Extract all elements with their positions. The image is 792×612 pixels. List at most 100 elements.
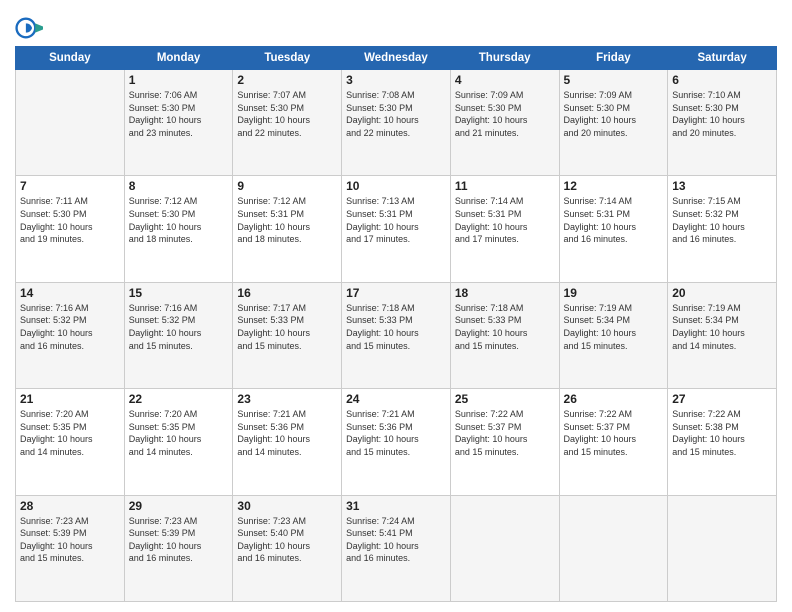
day-info: Sunrise: 7:14 AM Sunset: 5:31 PM Dayligh… (455, 195, 555, 245)
day-number: 29 (129, 499, 229, 513)
day-header-friday: Friday (559, 47, 668, 70)
calendar-cell: 30Sunrise: 7:23 AM Sunset: 5:40 PM Dayli… (233, 495, 342, 601)
day-info: Sunrise: 7:19 AM Sunset: 5:34 PM Dayligh… (672, 302, 772, 352)
calendar-cell (668, 495, 777, 601)
day-info: Sunrise: 7:18 AM Sunset: 5:33 PM Dayligh… (455, 302, 555, 352)
day-info: Sunrise: 7:16 AM Sunset: 5:32 PM Dayligh… (20, 302, 120, 352)
calendar-cell: 26 Sunrise: 7:22 AM Sunset: 5:37 PM Dayli… (559, 389, 668, 495)
header-row: SundayMondayTuesdayWednesdayThursdayFrid… (16, 47, 777, 70)
calendar-cell (559, 495, 668, 601)
calendar-cell: 5 Sunrise: 7:09 AM Sunset: 5:30 PM Daylig… (559, 70, 668, 176)
day-number: 2 (237, 73, 337, 87)
week-row-2: 14 Sunrise: 7:16 AM Sunset: 5:32 PM Dayli… (16, 282, 777, 388)
calendar-cell: 18 Sunrise: 7:18 AM Sunset: 5:33 PM Dayli… (450, 282, 559, 388)
day-info: Sunrise: 7:12 AM Sunset: 5:31 PM Dayligh… (237, 195, 337, 245)
day-header-sunday: Sunday (16, 47, 125, 70)
day-number: 19 (564, 286, 664, 300)
day-info: Sunrise: 7:22 AM Sunset: 5:37 PM Dayligh… (564, 408, 664, 458)
calendar-cell: 13Sunrise: 7:15 AM Sunset: 5:32 PM Dayli… (668, 176, 777, 282)
day-info: Sunrise: 7:09 AM Sunset: 5:30 PM Dayligh… (564, 89, 664, 139)
calendar-cell (16, 70, 125, 176)
calendar-cell: 19 Sunrise: 7:19 AM Sunset: 5:34 PM Dayli… (559, 282, 668, 388)
day-number: 10 (346, 179, 446, 193)
calendar-cell: 2 Sunrise: 7:07 AM Sunset: 5:30 PM Daylig… (233, 70, 342, 176)
day-number: 5 (564, 73, 664, 87)
calendar-cell: 12 Sunrise: 7:14 AM Sunset: 5:31 PM Dayli… (559, 176, 668, 282)
day-number: 12 (564, 179, 664, 193)
day-header-saturday: Saturday (668, 47, 777, 70)
week-row-0: 1 Sunrise: 7:06 AM Sunset: 5:30 PM Daylig… (16, 70, 777, 176)
day-header-thursday: Thursday (450, 47, 559, 70)
logo (15, 14, 47, 42)
day-info: Sunrise: 7:12 AM Sunset: 5:30 PM Dayligh… (129, 195, 229, 245)
calendar-cell: 14 Sunrise: 7:16 AM Sunset: 5:32 PM Dayli… (16, 282, 125, 388)
calendar-cell: 1 Sunrise: 7:06 AM Sunset: 5:30 PM Daylig… (124, 70, 233, 176)
day-info: Sunrise: 7:23 AM Sunset: 5:40 PM Dayligh… (237, 515, 337, 565)
calendar-cell: 9 Sunrise: 7:12 AM Sunset: 5:31 PM Daylig… (233, 176, 342, 282)
day-number: 18 (455, 286, 555, 300)
day-number: 22 (129, 392, 229, 406)
calendar-cell: 23 Sunrise: 7:21 AM Sunset: 5:36 PM Dayli… (233, 389, 342, 495)
page: SundayMondayTuesdayWednesdayThursdayFrid… (0, 0, 792, 612)
calendar-cell: 8 Sunrise: 7:12 AM Sunset: 5:30 PM Daylig… (124, 176, 233, 282)
day-info: Sunrise: 7:19 AM Sunset: 5:34 PM Dayligh… (564, 302, 664, 352)
day-number: 1 (129, 73, 229, 87)
calendar-cell: 28 Sunrise: 7:23 AM Sunset: 5:39 PM Dayli… (16, 495, 125, 601)
day-info: Sunrise: 7:07 AM Sunset: 5:30 PM Dayligh… (237, 89, 337, 139)
day-number: 16 (237, 286, 337, 300)
day-info: Sunrise: 7:13 AM Sunset: 5:31 PM Dayligh… (346, 195, 446, 245)
day-info: Sunrise: 7:23 AM Sunset: 5:39 PM Dayligh… (20, 515, 120, 565)
day-number: 20 (672, 286, 772, 300)
day-info: Sunrise: 7:16 AM Sunset: 5:32 PM Dayligh… (129, 302, 229, 352)
calendar-cell: 27 Sunrise: 7:22 AM Sunset: 5:38 PM Dayli… (668, 389, 777, 495)
day-number: 25 (455, 392, 555, 406)
day-info: Sunrise: 7:17 AM Sunset: 5:33 PM Dayligh… (237, 302, 337, 352)
day-info: Sunrise: 7:24 AM Sunset: 5:41 PM Dayligh… (346, 515, 446, 565)
day-number: 27 (672, 392, 772, 406)
day-number: 24 (346, 392, 446, 406)
day-info: Sunrise: 7:11 AM Sunset: 5:30 PM Dayligh… (20, 195, 120, 245)
day-info: Sunrise: 7:10 AM Sunset: 5:30 PM Dayligh… (672, 89, 772, 139)
day-info: Sunrise: 7:22 AM Sunset: 5:38 PM Dayligh… (672, 408, 772, 458)
day-info: Sunrise: 7:18 AM Sunset: 5:33 PM Dayligh… (346, 302, 446, 352)
calendar-cell: 20 Sunrise: 7:19 AM Sunset: 5:34 PM Dayli… (668, 282, 777, 388)
day-info: Sunrise: 7:06 AM Sunset: 5:30 PM Dayligh… (129, 89, 229, 139)
calendar-cell: 24 Sunrise: 7:21 AM Sunset: 5:36 PM Dayli… (342, 389, 451, 495)
calendar-cell: 7Sunrise: 7:11 AM Sunset: 5:30 PM Daylig… (16, 176, 125, 282)
calendar-cell: 21 Sunrise: 7:20 AM Sunset: 5:35 PM Dayli… (16, 389, 125, 495)
week-row-1: 7Sunrise: 7:11 AM Sunset: 5:30 PM Daylig… (16, 176, 777, 282)
calendar-cell: 4 Sunrise: 7:09 AM Sunset: 5:30 PM Daylig… (450, 70, 559, 176)
calendar-cell (450, 495, 559, 601)
day-number: 8 (129, 179, 229, 193)
day-info: Sunrise: 7:21 AM Sunset: 5:36 PM Dayligh… (237, 408, 337, 458)
calendar-cell: 17Sunrise: 7:18 AM Sunset: 5:33 PM Dayli… (342, 282, 451, 388)
calendar-table: SundayMondayTuesdayWednesdayThursdayFrid… (15, 46, 777, 602)
day-number: 6 (672, 73, 772, 87)
day-number: 13 (672, 179, 772, 193)
day-number: 26 (564, 392, 664, 406)
day-info: Sunrise: 7:23 AM Sunset: 5:39 PM Dayligh… (129, 515, 229, 565)
day-info: Sunrise: 7:09 AM Sunset: 5:30 PM Dayligh… (455, 89, 555, 139)
day-info: Sunrise: 7:21 AM Sunset: 5:36 PM Dayligh… (346, 408, 446, 458)
day-info: Sunrise: 7:20 AM Sunset: 5:35 PM Dayligh… (20, 408, 120, 458)
calendar-cell: 15Sunrise: 7:16 AM Sunset: 5:32 PM Dayli… (124, 282, 233, 388)
logo-icon (15, 14, 43, 42)
day-info: Sunrise: 7:08 AM Sunset: 5:30 PM Dayligh… (346, 89, 446, 139)
day-number: 3 (346, 73, 446, 87)
day-number: 9 (237, 179, 337, 193)
day-number: 21 (20, 392, 120, 406)
day-header-tuesday: Tuesday (233, 47, 342, 70)
day-info: Sunrise: 7:20 AM Sunset: 5:35 PM Dayligh… (129, 408, 229, 458)
calendar-cell: 22 Sunrise: 7:20 AM Sunset: 5:35 PM Dayli… (124, 389, 233, 495)
day-number: 14 (20, 286, 120, 300)
day-info: Sunrise: 7:14 AM Sunset: 5:31 PM Dayligh… (564, 195, 664, 245)
calendar-cell: 25 Sunrise: 7:22 AM Sunset: 5:37 PM Dayli… (450, 389, 559, 495)
day-number: 31 (346, 499, 446, 513)
day-number: 28 (20, 499, 120, 513)
day-number: 4 (455, 73, 555, 87)
day-info: Sunrise: 7:22 AM Sunset: 5:37 PM Dayligh… (455, 408, 555, 458)
day-header-wednesday: Wednesday (342, 47, 451, 70)
day-number: 23 (237, 392, 337, 406)
day-header-monday: Monday (124, 47, 233, 70)
calendar-cell: 11Sunrise: 7:14 AM Sunset: 5:31 PM Dayli… (450, 176, 559, 282)
